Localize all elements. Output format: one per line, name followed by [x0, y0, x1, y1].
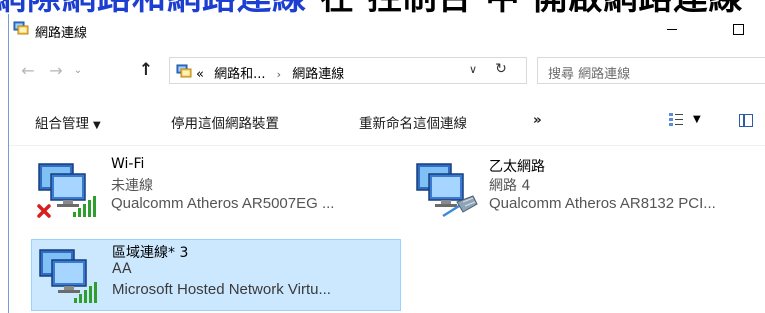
divider [9, 145, 765, 146]
breadcrumb-item-network-and-internet[interactable]: 網路和... [214, 67, 265, 82]
address-history-button[interactable]: ∨ [464, 63, 482, 76]
connection-device: Microsoft Hosted Network Virtu... [112, 281, 331, 298]
ethernet-network-icon [416, 163, 478, 218]
network-connections-window: 網路連線 ← → ⌄ ↑ « 網路和... › 網路連線 ∨ ↻ 搜尋 網路連線… [8, 14, 765, 313]
breadcrumb-item-network-connections[interactable]: 網路連線 [292, 67, 344, 82]
arrow-right-icon: → [49, 60, 63, 80]
view-options-caret-icon[interactable]: ▼ [693, 114, 701, 125]
refresh-icon: ↻ [495, 61, 507, 77]
rename-connection-button[interactable]: 重新命名這個連線 [359, 112, 467, 132]
breadcrumb-chevron-icon[interactable]: › [277, 68, 281, 81]
chevron-down-icon: ∨ [468, 63, 478, 76]
wireless-network-icon [39, 249, 97, 303]
back-button[interactable]: ← [17, 56, 39, 84]
breadcrumb: « 網路和... › 網路連線 [196, 63, 344, 82]
title-bar: 網路連線 [9, 14, 765, 46]
preview-pane-icon[interactable] [739, 114, 753, 127]
connection-name: 區域連線* 3 [112, 245, 189, 261]
connection-name: Wi-Fi [111, 156, 145, 172]
navigation-bar: ← → ⌄ ↑ « 網路和... › 網路連線 ∨ ↻ 搜尋 網路連線 [9, 56, 765, 84]
connection-item-wifi[interactable]: Wi-Fi 未連線 Qualcomm Atheros AR5007EG ... [31, 154, 401, 226]
arrow-left-icon: ← [21, 60, 35, 80]
organize-button[interactable]: 組合管理 ▼ [35, 112, 101, 132]
forward-button[interactable]: → [45, 56, 67, 84]
caret-down-icon: ▼ [93, 120, 101, 131]
connection-item-ethernet[interactable]: 乙太網路 網路 4 Qualcomm Atheros AR8132 PCI... [409, 154, 765, 226]
arrow-up-icon: ↑ [138, 60, 154, 80]
window-title: 網路連線 [35, 26, 88, 41]
connection-name: 乙太網路 [489, 159, 545, 175]
connection-status: 網路 4 [489, 178, 531, 194]
refresh-button[interactable]: ↻ [491, 61, 511, 77]
wireless-network-icon [37, 163, 96, 218]
search-input[interactable]: 搜尋 網路連線 [537, 57, 765, 84]
organize-label: 組合管理 [35, 116, 89, 132]
command-bar: 組合管理 ▼ 停用這個網路裝置 重新命名這個連線 » ▼ [9, 106, 765, 134]
connection-status: AA [112, 261, 132, 277]
chevron-down-icon: ⌄ [73, 64, 83, 76]
connection-item-local-area-3[interactable]: 區域連線* 3 AA Microsoft Hosted Network Virt… [31, 239, 401, 311]
minimize-button[interactable] [649, 14, 695, 44]
disconnected-x-icon [37, 204, 51, 218]
change-view-icon[interactable] [669, 112, 683, 128]
breadcrumb-overflow[interactable]: « [196, 67, 204, 82]
network-connections-icon [13, 21, 29, 35]
maximize-button[interactable] [715, 14, 761, 44]
connection-device: Qualcomm Atheros AR8132 PCI... [489, 195, 716, 212]
minimize-icon [667, 28, 677, 30]
connection-status: 未連線 [111, 178, 153, 194]
search-placeholder: 搜尋 網路連線 [548, 67, 631, 82]
up-button[interactable]: ↑ [135, 56, 157, 84]
recent-locations-button[interactable]: ⌄ [71, 56, 85, 84]
address-bar[interactable]: « 網路和... › 網路連線 ∨ ↻ [169, 57, 527, 84]
more-commands-button[interactable]: » [533, 112, 542, 128]
network-connections-icon [176, 64, 192, 78]
maximize-icon [732, 23, 744, 35]
disable-device-button[interactable]: 停用這個網路裝置 [171, 112, 279, 132]
connection-device: Qualcomm Atheros AR5007EG ... [111, 195, 335, 212]
